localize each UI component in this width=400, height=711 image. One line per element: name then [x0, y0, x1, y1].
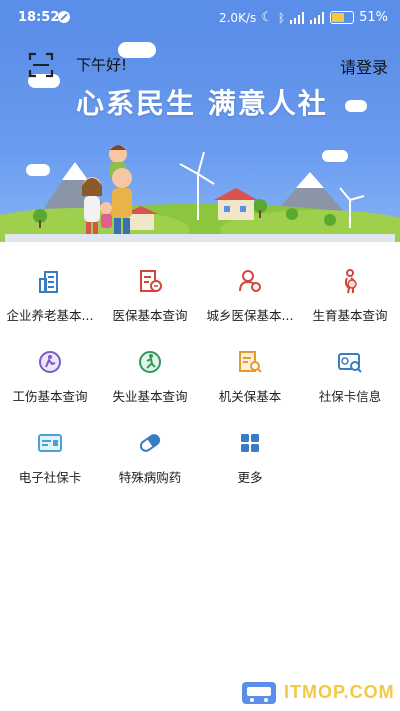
grid-item-label: 城乡医保基本...	[206, 308, 294, 323]
network-speed: 2.0K/s	[218, 10, 257, 25]
banner: 下午好! 请登录 心系民生 满意人社	[0, 34, 400, 251]
capsule-icon	[139, 434, 161, 452]
person-search-icon	[239, 270, 261, 292]
grid-item-label: 特殊病购药	[118, 470, 182, 485]
e-card-icon	[38, 434, 62, 452]
signal-icon-sim1	[290, 11, 305, 24]
pregnant-icon	[344, 269, 357, 294]
grid-item-label: 医保基本查询	[112, 308, 188, 323]
status-indicators: 2.0K/s ☾ ᛒ 51%	[219, 10, 388, 25]
grid-item-label: 社保卡信息	[318, 389, 382, 404]
dnd-icon	[58, 11, 70, 23]
site-watermark: ITMOP.COM	[238, 676, 400, 711]
grid-item-social-card-info[interactable]: 社保卡信息	[300, 343, 400, 424]
grid-item-institution-insurance[interactable]: 机关保基本	[200, 343, 300, 424]
status-time: 18:52	[18, 10, 60, 25]
family-illustration	[0, 145, 400, 251]
grid-item-maternity[interactable]: 生育基本查询	[300, 262, 400, 343]
grid-item-special-drugs[interactable]: 特殊病购药	[100, 424, 200, 505]
running-person-icon	[139, 351, 161, 373]
moon-icon: ☾	[261, 10, 273, 25]
card-search-icon	[338, 353, 362, 373]
status-bar: 18:52 2.0K/s ☾ ᛒ 51%	[0, 0, 400, 34]
grid-item-label: 工伤基本查询	[12, 389, 88, 404]
grid-item-label: 机关保基本	[218, 389, 282, 404]
grid-item-label: 失业基本查询	[112, 389, 188, 404]
grid-item-label: 企业养老基本...	[6, 308, 94, 323]
document-search-icon	[239, 351, 262, 373]
bluetooth-icon: ᛒ	[277, 10, 286, 25]
building-icon	[39, 271, 58, 293]
battery-percent: 51%	[359, 10, 388, 25]
grid-item-label: 生育基本查询	[312, 308, 388, 323]
grid-item-medical-insurance[interactable]: 医保基本查询	[100, 262, 200, 343]
signal-icon-sim2	[310, 11, 325, 24]
grid-item-more[interactable]: 更多	[200, 424, 300, 505]
battery-icon	[330, 11, 355, 24]
grid-item-e-social-card[interactable]: 电子社保卡	[0, 424, 100, 505]
grid-item-unemployment[interactable]: 失业基本查询	[100, 343, 200, 424]
injury-icon	[39, 351, 61, 373]
watermark-logo-icon	[242, 682, 276, 704]
grid-item-enterprise-pension[interactable]: 企业养老基本...	[0, 262, 100, 343]
grid-item-label: 电子社保卡	[18, 470, 82, 485]
grid-item-label: 更多	[237, 470, 263, 485]
more-grid-icon	[241, 434, 259, 452]
grid-item-urban-rural-medical[interactable]: 城乡医保基本...	[200, 262, 300, 343]
grid-item-work-injury[interactable]: 工伤基本查询	[0, 343, 100, 424]
watermark-text: ITMOP.COM	[284, 682, 395, 702]
medical-card-icon	[140, 270, 162, 292]
